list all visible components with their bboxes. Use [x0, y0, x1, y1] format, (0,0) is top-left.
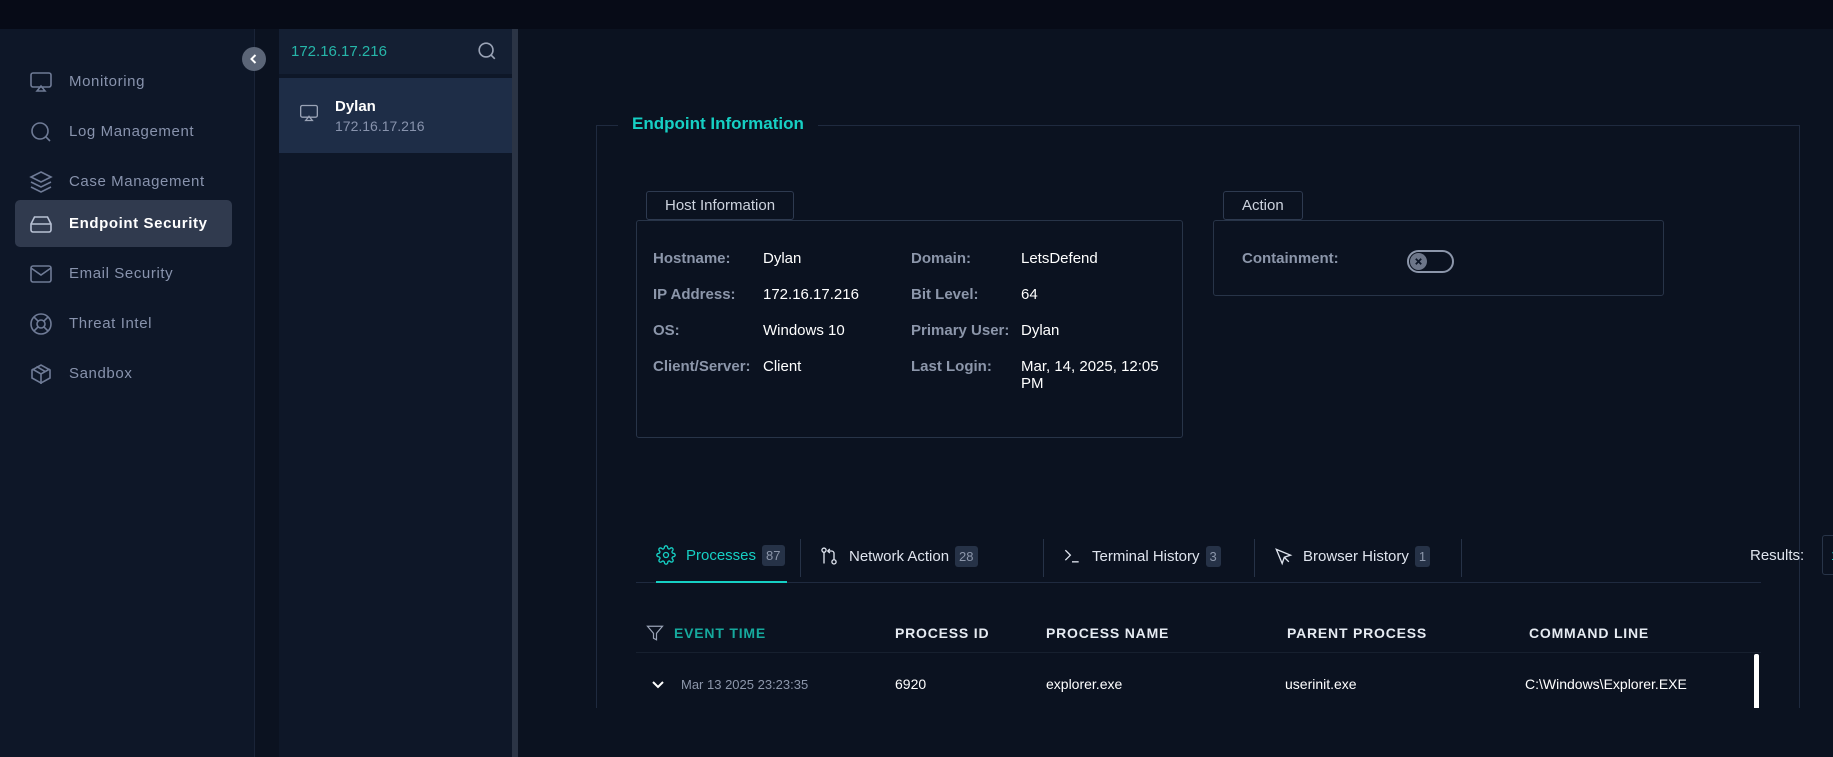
tab-count-badge: 1	[1414, 545, 1431, 567]
containment-label: Containment:	[1242, 250, 1339, 267]
tab-count-badge: 3	[1205, 545, 1221, 567]
tab-divider	[1043, 539, 1044, 577]
tab-divider	[1254, 539, 1255, 577]
tab-label: Processes	[686, 546, 757, 564]
column-header-process-id[interactable]: PROCESS ID	[895, 613, 989, 653]
chevron-left-icon	[250, 54, 257, 64]
hostname-value: Dylan	[763, 250, 802, 267]
sidebar-item-label: Log Management	[69, 123, 195, 140]
table-scrollbar[interactable]	[1754, 654, 1759, 710]
os-value: Windows 10	[763, 322, 845, 339]
tab-label: Browser History	[1303, 547, 1409, 565]
sidebar-item-log-management[interactable]: Log Management	[15, 108, 232, 155]
last-login-value: Mar, 14, 2025, 12:05 PM	[1021, 358, 1159, 392]
sidebar-item-label: Threat Intel	[69, 315, 153, 332]
lifebuoy-icon	[28, 311, 54, 337]
column-header-event-time[interactable]: EVENT TIME	[646, 613, 766, 653]
results-label: Results:	[1750, 547, 1805, 564]
column-header-parent-process[interactable]: PARENT PROCESS	[1287, 613, 1427, 653]
sidebar: Monitoring Log Management Case Managemen…	[0, 29, 255, 757]
table-header: EVENT TIME PROCESS ID PROCESS NAME PAREN…	[636, 613, 1761, 653]
bit-level-value: 64	[1021, 286, 1038, 303]
host-list-item[interactable]: Dylan 172.16.17.216	[279, 78, 512, 153]
hard-drive-icon	[28, 211, 54, 237]
tab-divider	[1461, 539, 1462, 577]
sidebar-item-sandbox[interactable]: Sandbox	[15, 350, 232, 397]
gear-icon	[656, 545, 676, 565]
box-icon	[28, 361, 54, 387]
tab-divider	[800, 539, 801, 577]
sidebar-item-label: Sandbox	[69, 365, 133, 382]
search-icon	[28, 119, 54, 145]
results-per-page-select[interactable]: 10	[1822, 535, 1833, 575]
host-information-label: Host Information	[646, 191, 795, 220]
host-search-bar	[279, 29, 512, 74]
tab-count-badge: 87	[762, 544, 785, 566]
tab-count-badge: 28	[955, 545, 978, 567]
sidebar-item-monitoring[interactable]: Monitoring	[15, 58, 232, 105]
hostname-label: Hostname:	[653, 250, 731, 267]
domain-value: LetsDefend	[1021, 250, 1098, 267]
bit-level-label: Bit Level:	[911, 286, 979, 303]
chevron-down-icon	[652, 681, 664, 689]
domain-label: Domain:	[911, 250, 971, 267]
bottom-background	[518, 708, 1833, 757]
sidebar-item-label: Monitoring	[69, 73, 146, 90]
sidebar-item-endpoint-security[interactable]: Endpoint Security	[15, 200, 232, 247]
host-ip: 172.16.17.216	[335, 117, 425, 134]
host-information-box: Hostname: Dylan IP Address: 172.16.17.21…	[636, 220, 1183, 438]
tab-label: Network Action	[849, 547, 950, 565]
sidebar-item-label: Email Security	[69, 265, 174, 282]
sidebar-item-label: Case Management	[69, 173, 205, 190]
column-label: EVENT TIME	[674, 625, 767, 641]
parent-process-cell: userinit.exe	[1285, 676, 1357, 692]
containment-toggle[interactable]	[1407, 250, 1454, 273]
top-bar	[0, 0, 1833, 29]
terminal-icon	[1064, 549, 1079, 563]
tab-browser-history[interactable]: Browser History 1	[1273, 529, 1431, 583]
column-header-command-line[interactable]: COMMAND LINE	[1529, 613, 1649, 653]
column-header-process-name[interactable]: PROCESS NAME	[1046, 613, 1169, 653]
tab-terminal-history[interactable]: Terminal History 3	[1062, 529, 1221, 583]
tab-network-action[interactable]: Network Action 28	[819, 529, 978, 583]
process-name-cell: explorer.exe	[1046, 676, 1123, 692]
client-server-value: Client	[763, 358, 802, 375]
os-label: OS:	[653, 322, 680, 339]
command-line-cell: C:\Windows\Explorer.EXE	[1525, 676, 1687, 692]
layers-icon	[28, 169, 54, 195]
expand-row-button[interactable]	[650, 656, 666, 712]
tab-processes[interactable]: Processes 87	[656, 529, 787, 583]
action-box: Containment:	[1213, 220, 1664, 296]
sidebar-item-threat-intel[interactable]: Threat Intel	[15, 300, 232, 347]
host-name: Dylan	[335, 97, 376, 115]
host-search-input[interactable]	[291, 43, 471, 60]
sidebar-item-label: Endpoint Security	[69, 215, 208, 232]
ip-address-label: IP Address:	[653, 286, 736, 303]
process-id-cell: 6920	[895, 676, 927, 692]
filter-icon	[646, 625, 664, 641]
event-time-cell: Mar 13 2025 23:23:35	[681, 676, 809, 692]
ip-address-value: 172.16.17.216	[763, 286, 859, 303]
primary-user-label: Primary User:	[911, 322, 1010, 339]
table-row[interactable]: Mar 13 2025 23:23:35 6920 explorer.exe u…	[636, 656, 1761, 712]
git-compare-icon	[821, 547, 837, 565]
action-label: Action	[1223, 191, 1303, 220]
last-login-label: Last Login:	[911, 358, 992, 375]
search-icon[interactable]	[476, 40, 498, 67]
host-list-panel: Dylan 172.16.17.216	[279, 29, 512, 757]
close-icon	[1410, 253, 1427, 270]
monitor-icon	[28, 69, 54, 95]
mail-icon	[28, 261, 54, 287]
tab-label: Terminal History	[1092, 547, 1200, 565]
primary-user-value: Dylan	[1021, 322, 1060, 339]
tab-bar: Processes 87 Network Action 28 Terminal …	[636, 529, 1833, 583]
cursor-icon	[1275, 548, 1293, 566]
sidebar-item-email-security[interactable]: Email Security	[15, 250, 232, 297]
sidebar-item-case-management[interactable]: Case Management	[15, 158, 232, 205]
main-content: Endpoint Information Host Information Ho…	[518, 29, 1833, 757]
collapse-sidebar-button[interactable]	[242, 47, 266, 71]
client-server-label: Client/Server:	[653, 358, 751, 375]
monitor-icon	[299, 103, 319, 128]
page-title: Endpoint Information	[618, 114, 818, 134]
